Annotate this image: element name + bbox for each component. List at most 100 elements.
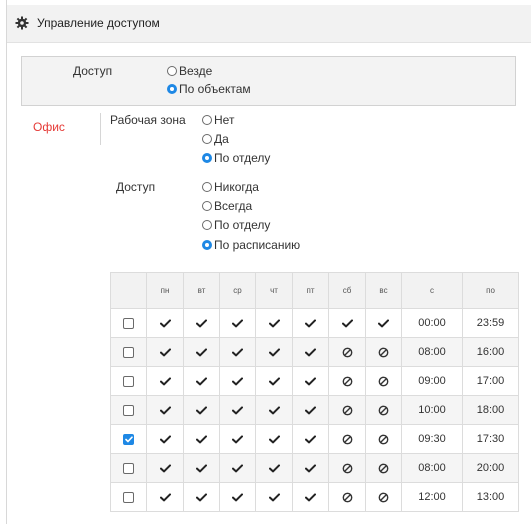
work-zone-option-no[interactable]: Нет <box>202 113 234 127</box>
time-from[interactable]: 10:00 <box>401 395 463 425</box>
day-cell-mon[interactable] <box>146 453 184 483</box>
day-cell-fri[interactable] <box>292 337 329 367</box>
time-to[interactable]: 17:00 <box>462 366 519 396</box>
day-cell-sat[interactable] <box>328 337 366 367</box>
time-to[interactable]: 13:00 <box>462 482 519 512</box>
office-access-option-by-schedule[interactable]: По расписанию <box>202 238 300 252</box>
day-cell-wed[interactable] <box>219 308 256 338</box>
forbidden-icon <box>342 374 353 388</box>
day-cell-sun[interactable] <box>365 337 402 367</box>
day-cell-sun[interactable] <box>365 395 402 425</box>
time-from[interactable]: 09:00 <box>401 366 463 396</box>
day-cell-mon[interactable] <box>146 337 184 367</box>
day-cell-sat[interactable] <box>328 482 366 512</box>
row-select-checkbox[interactable] <box>123 376 134 388</box>
day-cell-wed[interactable] <box>219 395 256 425</box>
day-cell-sun[interactable] <box>365 308 402 338</box>
checkmark-icon <box>196 490 207 504</box>
time-to[interactable]: 16:00 <box>462 337 519 367</box>
day-cell-mon[interactable] <box>146 308 184 338</box>
header-sun: вс <box>365 272 402 309</box>
day-cell-wed[interactable] <box>219 424 256 454</box>
time-to[interactable]: 17:30 <box>462 424 519 454</box>
day-cell-tue[interactable] <box>183 366 220 396</box>
day-cell-sat[interactable] <box>328 424 366 454</box>
row-select-checkbox[interactable] <box>123 405 134 417</box>
office-access-option-never[interactable]: Никогда <box>202 180 259 194</box>
day-cell-thu[interactable] <box>255 337 293 367</box>
checkmark-icon <box>341 316 353 330</box>
day-cell-sat[interactable] <box>328 366 366 396</box>
day-cell-sat[interactable] <box>328 453 366 483</box>
row-select-checkbox[interactable] <box>123 434 134 446</box>
access-option-by-objects[interactable]: По объектам <box>167 82 251 96</box>
day-cell-tue[interactable] <box>183 308 220 338</box>
time-from[interactable]: 00:00 <box>401 308 463 338</box>
day-cell-thu[interactable] <box>255 482 293 512</box>
day-cell-tue[interactable] <box>183 482 220 512</box>
day-cell-mon[interactable] <box>146 395 184 425</box>
work-zone-option-yes[interactable]: Да <box>202 132 229 146</box>
access-option-everywhere[interactable]: Везде <box>167 64 212 78</box>
day-cell-wed[interactable] <box>219 366 256 396</box>
day-cell-mon[interactable] <box>146 424 184 454</box>
time-to[interactable]: 20:00 <box>462 453 519 483</box>
schedule-row: 00:00 23:59 <box>110 308 519 338</box>
day-cell-tue[interactable] <box>183 337 220 367</box>
day-cell-wed[interactable] <box>219 482 256 512</box>
checkmark-icon <box>196 374 207 388</box>
header-select <box>110 272 147 309</box>
row-select-checkbox[interactable] <box>123 492 134 504</box>
day-cell-thu[interactable] <box>255 366 293 396</box>
office-access-option-always[interactable]: Всегда <box>202 199 252 213</box>
day-cell-sun[interactable] <box>365 453 402 483</box>
time-from[interactable]: 12:00 <box>401 482 463 512</box>
checkmark-icon <box>159 374 171 388</box>
checkmark-icon <box>196 461 207 475</box>
panel-header: Управление доступом <box>7 5 531 43</box>
day-cell-wed[interactable] <box>219 337 256 367</box>
header-tue: вт <box>183 272 220 309</box>
day-cell-fri[interactable] <box>292 395 329 425</box>
time-from[interactable]: 08:00 <box>401 337 463 367</box>
forbidden-icon <box>378 432 389 446</box>
day-cell-tue[interactable] <box>183 395 220 425</box>
row-select-checkbox[interactable] <box>123 347 134 359</box>
day-cell-fri[interactable] <box>292 366 329 396</box>
time-from[interactable]: 09:30 <box>401 424 463 454</box>
day-cell-tue[interactable] <box>183 424 220 454</box>
day-cell-thu[interactable] <box>255 395 293 425</box>
day-cell-thu[interactable] <box>255 453 293 483</box>
day-cell-mon[interactable] <box>146 482 184 512</box>
day-cell-sat[interactable] <box>328 395 366 425</box>
schedule-table: пн вт ср чт пт сб вс с по 00:00 23:59 08:0… <box>110 272 519 512</box>
day-cell-sun[interactable] <box>365 366 402 396</box>
time-to[interactable]: 18:00 <box>462 395 519 425</box>
day-cell-sat[interactable] <box>328 308 366 338</box>
checkmark-icon <box>232 461 243 475</box>
row-select-checkbox[interactable] <box>123 318 134 330</box>
checkmark-icon <box>232 345 243 359</box>
schedule-row: 12:00 13:00 <box>110 482 519 512</box>
work-zone-option-by-department[interactable]: По отделу <box>202 151 270 165</box>
time-to[interactable]: 23:59 <box>462 308 519 338</box>
day-cell-fri[interactable] <box>292 424 329 454</box>
day-cell-sun[interactable] <box>365 424 402 454</box>
day-cell-fri[interactable] <box>292 453 329 483</box>
time-from[interactable]: 08:00 <box>401 453 463 483</box>
checkmark-icon <box>268 403 280 417</box>
radio-icon <box>202 134 212 144</box>
day-cell-thu[interactable] <box>255 424 293 454</box>
forbidden-icon <box>342 345 353 359</box>
day-cell-fri[interactable] <box>292 308 329 338</box>
row-select-checkbox[interactable] <box>123 463 134 475</box>
checkmark-icon <box>159 345 171 359</box>
day-cell-sun[interactable] <box>365 482 402 512</box>
day-cell-tue[interactable] <box>183 453 220 483</box>
checkmark-icon <box>159 403 171 417</box>
office-access-option-by-department[interactable]: По отделу <box>202 218 270 232</box>
day-cell-wed[interactable] <box>219 453 256 483</box>
day-cell-fri[interactable] <box>292 482 329 512</box>
day-cell-mon[interactable] <box>146 366 184 396</box>
day-cell-thu[interactable] <box>255 308 293 338</box>
